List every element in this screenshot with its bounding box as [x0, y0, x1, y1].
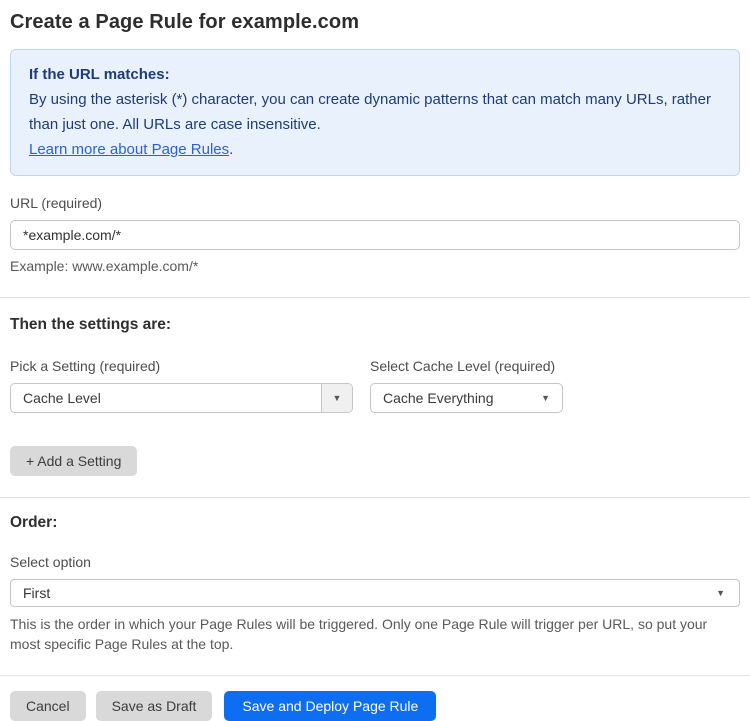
- setting-picker-dropdown[interactable]: Cache Level ▼: [10, 383, 353, 413]
- order-section-heading: Order:: [10, 514, 58, 531]
- url-matches-info-box: If the URL matches: By using the asteris…: [10, 49, 740, 176]
- link-period: .: [229, 141, 234, 158]
- divider-order-footer: [0, 675, 750, 676]
- cache-level-label: Select Cache Level (required): [370, 358, 556, 374]
- dropdown-arrow-icon: ▼: [332, 392, 342, 403]
- cache-level-value: Cache Everything: [383, 390, 494, 406]
- dropdown-arrow-icon: ▼: [716, 587, 725, 598]
- cancel-button[interactable]: Cancel: [10, 691, 86, 721]
- url-field-label: URL (required): [10, 195, 103, 211]
- learn-more-link[interactable]: Learn more about Page Rules: [29, 141, 229, 158]
- url-example-helper: Example: www.example.com/*: [10, 258, 199, 274]
- order-select[interactable]: First ▼: [10, 579, 740, 607]
- cache-level-arrow: ▼: [541, 384, 562, 412]
- page-title: Create a Page Rule for example.com: [10, 11, 360, 33]
- cache-level-column: Select Cache Level (required) Cache Ever…: [370, 358, 563, 413]
- divider-url-settings: [0, 297, 750, 298]
- order-select-label: Select option: [10, 554, 91, 570]
- settings-section-heading: Then the settings are:: [10, 316, 172, 333]
- dropdown-arrow-icon: ▼: [541, 392, 550, 403]
- setting-picker-arrow-button[interactable]: ▼: [321, 384, 352, 412]
- info-box-link-line: Learn more about Page Rules.: [29, 137, 721, 162]
- setting-picker-label: Pick a Setting (required): [10, 358, 161, 374]
- setting-picker-value: Cache Level: [23, 390, 101, 406]
- order-select-value: First: [23, 585, 51, 601]
- info-box-heading: If the URL matches:: [29, 66, 170, 83]
- settings-row: Pick a Setting (required) Cache Level ▼ …: [10, 358, 740, 413]
- info-box-body: By using the asterisk (*) character, you…: [29, 91, 711, 133]
- save-and-deploy-button[interactable]: Save and Deploy Page Rule: [224, 691, 437, 721]
- save-as-draft-button[interactable]: Save as Draft: [95, 691, 213, 721]
- footer-actions: Cancel Save as Draft Save and Deploy Pag…: [10, 691, 740, 721]
- cache-level-dropdown[interactable]: Cache Everything ▼: [370, 383, 563, 413]
- add-setting-button[interactable]: + Add a Setting: [10, 446, 138, 476]
- divider-settings-order: [0, 497, 750, 498]
- setting-picker-column: Pick a Setting (required) Cache Level ▼: [10, 358, 353, 413]
- order-helper-text: This is the order in which your Page Rul…: [10, 616, 708, 652]
- url-input[interactable]: [10, 220, 740, 250]
